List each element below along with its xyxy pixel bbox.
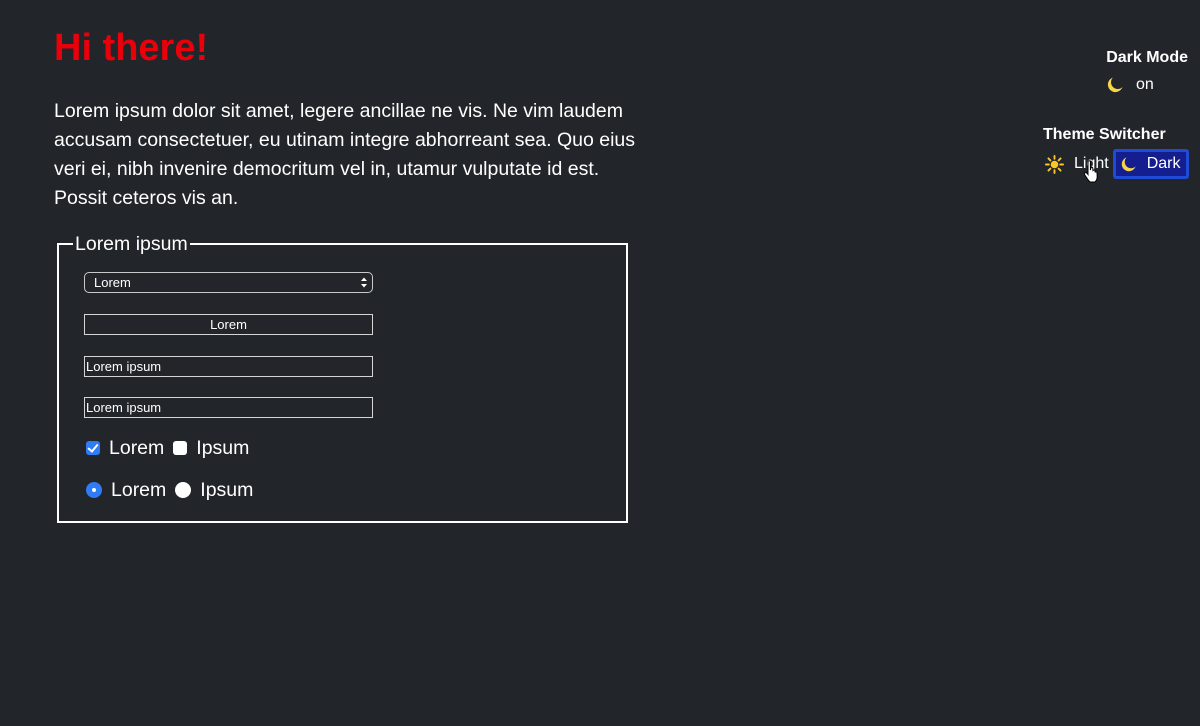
radio-lorem[interactable] bbox=[86, 482, 102, 498]
checkbox-lorem-label: Lorem bbox=[109, 436, 165, 459]
radio-group: Lorem Ipsum bbox=[86, 478, 262, 502]
theme-option-light[interactable]: Light bbox=[1045, 151, 1113, 177]
text-input-centered[interactable]: Lorem bbox=[84, 314, 373, 335]
checkbox-group: Lorem Ipsum bbox=[86, 436, 258, 460]
theme-option-dark[interactable]: Dark bbox=[1112, 149, 1190, 179]
text-input-2[interactable]: Lorem ipsum bbox=[84, 397, 373, 418]
moon-icon bbox=[1121, 156, 1136, 171]
checkbox-lorem[interactable] bbox=[86, 441, 100, 455]
radio-ipsum-label: Ipsum bbox=[200, 478, 254, 501]
radio-lorem-label: Lorem bbox=[111, 478, 167, 501]
sun-icon bbox=[1045, 154, 1064, 174]
theme-switcher-title: Theme Switcher bbox=[1043, 126, 1166, 143]
fieldset-legend: Lorem ipsum bbox=[73, 232, 190, 256]
page: Hi there! Lorem ipsum dolor sit amet, le… bbox=[0, 0, 1200, 726]
moon-icon bbox=[1107, 77, 1123, 93]
radio-ipsum[interactable] bbox=[175, 482, 192, 498]
theme-option-dark-label: Dark bbox=[1146, 155, 1181, 172]
lorem-select[interactable]: Lorem bbox=[84, 272, 373, 293]
page-title: Hi there! bbox=[54, 27, 209, 69]
form-fieldset: Lorem ipsum Lorem Lorem Lorem ipsum Lore… bbox=[57, 232, 628, 523]
hand-cursor-icon bbox=[1083, 160, 1098, 183]
dark-mode-status: on bbox=[1136, 76, 1154, 93]
theme-switcher: Light Dark bbox=[1045, 149, 1190, 179]
select-value: Lorem bbox=[94, 275, 131, 290]
select-arrows-icon bbox=[361, 277, 367, 288]
intro-paragraph: Lorem ipsum dolor sit amet, legere ancil… bbox=[54, 100, 636, 209]
dark-mode-title: Dark Mode bbox=[1106, 49, 1188, 66]
checkbox-ipsum[interactable] bbox=[173, 441, 188, 455]
checkbox-ipsum-label: Ipsum bbox=[196, 436, 250, 459]
dark-mode-toggle[interactable]: on bbox=[1106, 76, 1154, 94]
text-input-1[interactable]: Lorem ipsum bbox=[84, 356, 373, 377]
